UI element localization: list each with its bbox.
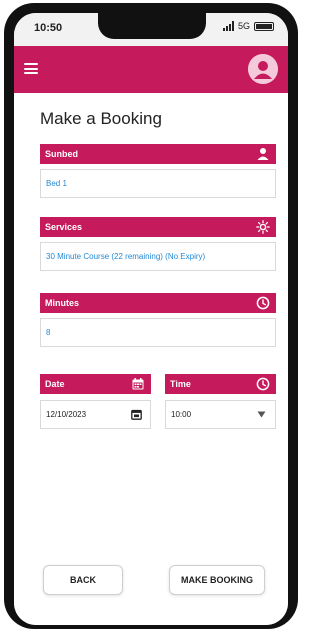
sun-icon [256, 220, 270, 234]
sunbed-label: Sunbed [45, 149, 78, 159]
status-bar: 10:50 5G [14, 13, 288, 45]
clock-icon [256, 377, 270, 391]
dropdown-arrow-icon[interactable] [257, 411, 266, 418]
date-header: Date [40, 374, 151, 394]
date-value: 12/10/2023 [46, 410, 87, 419]
time-label: Time [170, 379, 191, 389]
minutes-label: Minutes [45, 298, 80, 308]
make-booking-button[interactable]: MAKE BOOKING [169, 565, 265, 595]
minutes-header: Minutes [40, 293, 276, 313]
sunbed-select[interactable]: Bed 1 [40, 169, 276, 198]
user-avatar-icon[interactable] [248, 54, 278, 84]
signal-icon [222, 21, 234, 31]
clock-icon [256, 296, 270, 310]
services-select[interactable]: 30 Minute Course (22 remaining) (No Expi… [40, 242, 276, 271]
hamburger-menu-icon[interactable] [24, 63, 38, 74]
app-bar [14, 46, 288, 93]
calendar-icon [132, 378, 144, 390]
minutes-input[interactable]: 8 [40, 318, 276, 347]
date-label: Date [45, 379, 65, 389]
date-input[interactable]: 12/10/2023 [40, 400, 151, 429]
page-title: Make a Booking [40, 109, 162, 128]
time-header: Time [165, 374, 276, 394]
app-screen: 10:50 5G Make a Booking Sunbed Bed 1 Ser… [14, 13, 288, 625]
time-select[interactable]: 10:00 [165, 400, 276, 429]
battery-icon [254, 21, 274, 31]
status-indicators: 5G [222, 21, 274, 31]
booking-form: Make a Booking Sunbed Bed 1 Services 30 … [14, 93, 288, 625]
services-label: Services [45, 222, 83, 232]
person-icon [257, 148, 269, 160]
services-header: Services [40, 217, 276, 237]
device-notch [98, 13, 206, 39]
time-value: 10:00 [171, 410, 192, 419]
calendar-picker-icon[interactable] [131, 409, 142, 420]
status-time: 10:50 [34, 22, 63, 34]
back-button[interactable]: BACK [43, 565, 123, 595]
phone-frame: 10:50 5G Make a Booking Sunbed Bed 1 Ser… [4, 3, 298, 629]
network-label: 5G [237, 21, 250, 31]
sunbed-header: Sunbed [40, 144, 276, 164]
